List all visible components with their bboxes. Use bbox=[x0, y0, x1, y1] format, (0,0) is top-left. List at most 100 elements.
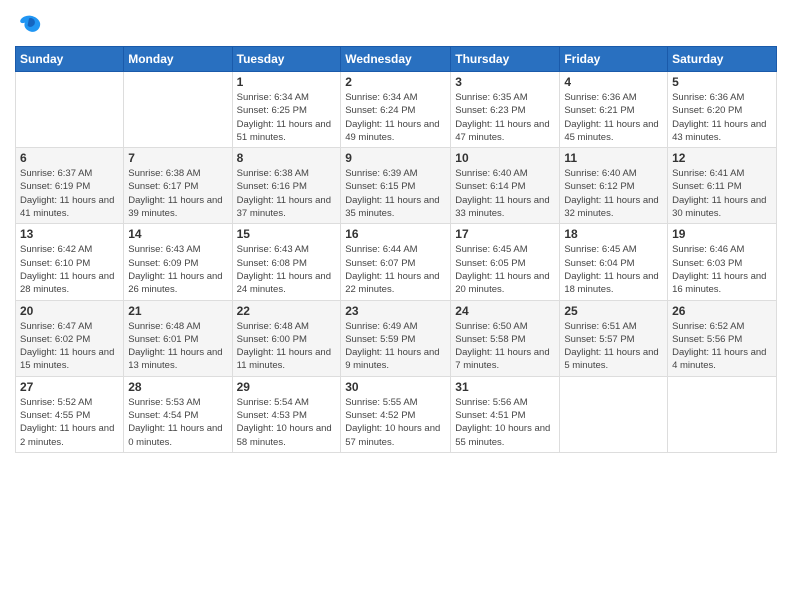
day-number: 30 bbox=[345, 380, 446, 394]
day-info: Sunrise: 5:56 AMSunset: 4:51 PMDaylight:… bbox=[455, 396, 555, 449]
day-cell: 11 Sunrise: 6:40 AMSunset: 6:12 PMDayligh… bbox=[560, 148, 668, 224]
day-number: 14 bbox=[128, 227, 227, 241]
day-number: 29 bbox=[237, 380, 337, 394]
day-cell: 19Sunrise: 6:46 AMSunset: 6:03 PMDayligh… bbox=[668, 224, 777, 300]
day-info: Sunrise: 6:44 AMSunset: 6:07 PMDaylight:… bbox=[345, 243, 446, 296]
day-cell: 29 Sunrise: 5:54 AMSunset: 4:53 PMDayligh… bbox=[232, 376, 341, 452]
day-info: Sunrise: 6:51 AMSunset: 5:57 PMDaylight:… bbox=[564, 320, 663, 373]
day-cell: 23 Sunrise: 6:49 AMSunset: 5:59 PMDayligh… bbox=[341, 300, 451, 376]
day-info: Sunrise: 5:53 AMSunset: 4:54 PMDaylight:… bbox=[128, 396, 227, 449]
week-row-1: 1Sunrise: 6:34 AMSunset: 6:25 PMDaylight… bbox=[16, 72, 777, 148]
day-number: 4 bbox=[564, 75, 663, 89]
day-number: 16 bbox=[345, 227, 446, 241]
day-info: Sunrise: 5:52 AMSunset: 4:55 PMDaylight:… bbox=[20, 396, 119, 449]
day-cell: 27 Sunrise: 5:52 AMSunset: 4:55 PMDayligh… bbox=[16, 376, 124, 452]
calendar-body: 1Sunrise: 6:34 AMSunset: 6:25 PMDaylight… bbox=[16, 72, 777, 453]
day-number: 23 bbox=[345, 304, 446, 318]
day-number: 11 bbox=[564, 151, 663, 165]
day-info: Sunrise: 6:34 AMSunset: 6:25 PMDaylight:… bbox=[237, 91, 337, 144]
day-cell: 22 Sunrise: 6:48 AMSunset: 6:00 PMDayligh… bbox=[232, 300, 341, 376]
header-day-friday: Friday bbox=[560, 47, 668, 72]
day-number: 10 bbox=[455, 151, 555, 165]
day-cell: 15 Sunrise: 6:43 AMSunset: 6:08 PMDayligh… bbox=[232, 224, 341, 300]
header-day-saturday: Saturday bbox=[668, 47, 777, 72]
day-number: 6 bbox=[20, 151, 119, 165]
day-cell: 7 Sunrise: 6:38 AMSunset: 6:17 PMDaylight… bbox=[124, 148, 232, 224]
day-number: 24 bbox=[455, 304, 555, 318]
header bbox=[15, 10, 777, 38]
day-cell: 2 Sunrise: 6:34 AMSunset: 6:24 PMDaylight… bbox=[341, 72, 451, 148]
day-cell: 10 Sunrise: 6:40 AMSunset: 6:14 PMDayligh… bbox=[451, 148, 560, 224]
day-cell: 18 Sunrise: 6:45 AMSunset: 6:04 PMDayligh… bbox=[560, 224, 668, 300]
day-number: 18 bbox=[564, 227, 663, 241]
day-info: Sunrise: 6:36 AMSunset: 6:21 PMDaylight:… bbox=[564, 91, 663, 144]
day-number: 27 bbox=[20, 380, 119, 394]
day-number: 26 bbox=[672, 304, 772, 318]
day-info: Sunrise: 6:49 AMSunset: 5:59 PMDaylight:… bbox=[345, 320, 446, 373]
day-cell: 25 Sunrise: 6:51 AMSunset: 5:57 PMDayligh… bbox=[560, 300, 668, 376]
logo bbox=[15, 10, 47, 38]
day-info: Sunrise: 6:42 AMSunset: 6:10 PMDaylight:… bbox=[20, 243, 119, 296]
day-number: 3 bbox=[455, 75, 555, 89]
day-info: Sunrise: 6:45 AMSunset: 6:04 PMDaylight:… bbox=[564, 243, 663, 296]
day-info: Sunrise: 6:40 AMSunset: 6:12 PMDaylight:… bbox=[564, 167, 663, 220]
day-number: 15 bbox=[237, 227, 337, 241]
day-info: Sunrise: 6:34 AMSunset: 6:24 PMDaylight:… bbox=[345, 91, 446, 144]
day-info: Sunrise: 6:48 AMSunset: 6:01 PMDaylight:… bbox=[128, 320, 227, 373]
day-number: 8 bbox=[237, 151, 337, 165]
day-info: Sunrise: 6:40 AMSunset: 6:14 PMDaylight:… bbox=[455, 167, 555, 220]
day-cell: 5 Sunrise: 6:36 AMSunset: 6:20 PMDaylight… bbox=[668, 72, 777, 148]
header-day-thursday: Thursday bbox=[451, 47, 560, 72]
day-cell: 4 Sunrise: 6:36 AMSunset: 6:21 PMDaylight… bbox=[560, 72, 668, 148]
day-cell: 17 Sunrise: 6:45 AMSunset: 6:05 PMDayligh… bbox=[451, 224, 560, 300]
day-info: Sunrise: 6:41 AMSunset: 6:11 PMDaylight:… bbox=[672, 167, 772, 220]
day-cell: 12 Sunrise: 6:41 AMSunset: 6:11 PMDayligh… bbox=[668, 148, 777, 224]
day-info: Sunrise: 6:50 AMSunset: 5:58 PMDaylight:… bbox=[455, 320, 555, 373]
header-day-wednesday: Wednesday bbox=[341, 47, 451, 72]
day-info: Sunrise: 6:45 AMSunset: 6:05 PMDaylight:… bbox=[455, 243, 555, 296]
header-day-sunday: Sunday bbox=[16, 47, 124, 72]
calendar-header: SundayMondayTuesdayWednesdayThursdayFrid… bbox=[16, 47, 777, 72]
day-info: Sunrise: 5:54 AMSunset: 4:53 PMDaylight:… bbox=[237, 396, 337, 449]
day-cell: 1Sunrise: 6:34 AMSunset: 6:25 PMDaylight… bbox=[232, 72, 341, 148]
day-cell: 30 Sunrise: 5:55 AMSunset: 4:52 PMDayligh… bbox=[341, 376, 451, 452]
day-info: Sunrise: 6:37 AMSunset: 6:19 PMDaylight:… bbox=[20, 167, 119, 220]
day-cell: 8 Sunrise: 6:38 AMSunset: 6:16 PMDaylight… bbox=[232, 148, 341, 224]
day-number: 20 bbox=[20, 304, 119, 318]
day-info: Sunrise: 6:35 AMSunset: 6:23 PMDaylight:… bbox=[455, 91, 555, 144]
day-cell: 13 Sunrise: 6:42 AMSunset: 6:10 PMDayligh… bbox=[16, 224, 124, 300]
calendar-table: SundayMondayTuesdayWednesdayThursdayFrid… bbox=[15, 46, 777, 453]
day-cell: 14Sunrise: 6:43 AMSunset: 6:09 PMDayligh… bbox=[124, 224, 232, 300]
day-info: Sunrise: 6:36 AMSunset: 6:20 PMDaylight:… bbox=[672, 91, 772, 144]
day-number: 17 bbox=[455, 227, 555, 241]
day-cell: 9Sunrise: 6:39 AMSunset: 6:15 PMDaylight… bbox=[341, 148, 451, 224]
day-cell bbox=[16, 72, 124, 148]
day-info: Sunrise: 6:38 AMSunset: 6:16 PMDaylight:… bbox=[237, 167, 337, 220]
day-number: 13 bbox=[20, 227, 119, 241]
day-info: Sunrise: 6:48 AMSunset: 6:00 PMDaylight:… bbox=[237, 320, 337, 373]
day-number: 5 bbox=[672, 75, 772, 89]
day-info: Sunrise: 6:38 AMSunset: 6:17 PMDaylight:… bbox=[128, 167, 227, 220]
day-cell bbox=[124, 72, 232, 148]
day-cell: 24 Sunrise: 6:50 AMSunset: 5:58 PMDayligh… bbox=[451, 300, 560, 376]
header-row: SundayMondayTuesdayWednesdayThursdayFrid… bbox=[16, 47, 777, 72]
day-number: 7 bbox=[128, 151, 227, 165]
day-number: 25 bbox=[564, 304, 663, 318]
day-number: 22 bbox=[237, 304, 337, 318]
day-number: 19 bbox=[672, 227, 772, 241]
day-number: 9 bbox=[345, 151, 446, 165]
calendar-container: SundayMondayTuesdayWednesdayThursdayFrid… bbox=[0, 0, 792, 463]
header-day-tuesday: Tuesday bbox=[232, 47, 341, 72]
day-number: 12 bbox=[672, 151, 772, 165]
day-info: Sunrise: 6:43 AMSunset: 6:08 PMDaylight:… bbox=[237, 243, 337, 296]
day-cell: 26Sunrise: 6:52 AMSunset: 5:56 PMDayligh… bbox=[668, 300, 777, 376]
week-row-5: 27 Sunrise: 5:52 AMSunset: 4:55 PMDayligh… bbox=[16, 376, 777, 452]
day-info: Sunrise: 5:55 AMSunset: 4:52 PMDaylight:… bbox=[345, 396, 446, 449]
day-cell: 28Sunrise: 5:53 AMSunset: 4:54 PMDayligh… bbox=[124, 376, 232, 452]
day-cell: 31Sunrise: 5:56 AMSunset: 4:51 PMDayligh… bbox=[451, 376, 560, 452]
day-number: 21 bbox=[128, 304, 227, 318]
day-cell: 3 Sunrise: 6:35 AMSunset: 6:23 PMDaylight… bbox=[451, 72, 560, 148]
week-row-2: 6 Sunrise: 6:37 AMSunset: 6:19 PMDaylight… bbox=[16, 148, 777, 224]
day-number: 2 bbox=[345, 75, 446, 89]
day-cell bbox=[560, 376, 668, 452]
